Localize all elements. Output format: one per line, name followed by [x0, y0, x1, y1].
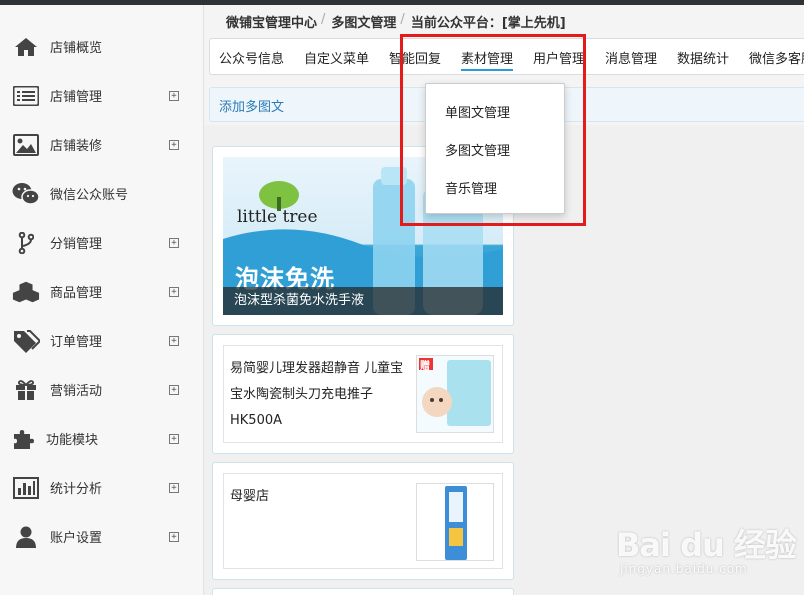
- breadcrumb: 微铺宝管理中心 / 多图文管理 / 当前公众平台：[掌上先机]: [226, 12, 566, 31]
- sidebar-item-label: 订单管理: [50, 335, 103, 350]
- sidebar-item-overview[interactable]: 店铺概览: [0, 22, 203, 71]
- user-icon: [12, 524, 40, 550]
- bar-chart-icon: [12, 475, 40, 501]
- cubes-icon: [12, 279, 40, 305]
- article-card[interactable]: 母婴店: [212, 462, 514, 580]
- expand-icon[interactable]: +: [169, 139, 179, 150]
- list-icon: [12, 83, 40, 109]
- watermark-logo: Bai du 经验: [616, 526, 797, 564]
- sidebar-item-analytics[interactable]: 统计分析 +: [0, 463, 203, 512]
- article-item: 母婴店: [223, 473, 503, 569]
- article-thumbnail: [416, 483, 494, 561]
- home-icon: [12, 34, 40, 60]
- breadcrumb-separator: /: [321, 12, 326, 27]
- tag-icon: [12, 328, 40, 354]
- sidebar-item-label: 功能模块: [46, 433, 99, 448]
- breadcrumb-platform: 当前公众平台：[掌上先机]: [410, 16, 566, 31]
- menu-item-multi-article[interactable]: 多图文管理: [445, 140, 510, 159]
- sidebar: 店铺概览 店铺管理 + 店铺装修 + 微信公众账号 分销管理 + 商品管理 +: [0, 5, 204, 595]
- article-title: 易简婴儿理发器超静音 儿童宝宝水陶瓷制头刀充电推子 HK500A: [230, 361, 404, 428]
- breadcrumb-separator: /: [400, 12, 405, 27]
- article-item: 易简婴儿理发器超静音 儿童宝宝水陶瓷制头刀充电推子 HK500A 赠: [223, 345, 503, 443]
- tab-account-info[interactable]: 公众号信息: [219, 48, 284, 67]
- sidebar-item-store[interactable]: 店铺管理 +: [0, 71, 203, 120]
- tab-user-management[interactable]: 用户管理: [533, 48, 585, 67]
- expand-icon[interactable]: +: [169, 286, 179, 297]
- sidebar-item-decoration[interactable]: 店铺装修 +: [0, 120, 203, 169]
- menu-item-music[interactable]: 音乐管理: [445, 178, 497, 197]
- cover-caption: 泡沫型杀菌免水洗手液: [223, 287, 503, 315]
- article-card[interactable]: [212, 588, 514, 595]
- tab-bar: 公众号信息 自定义菜单 智能回复 素材管理 用户管理 消息管理 数据统计 微信多…: [209, 38, 804, 75]
- expand-icon[interactable]: +: [169, 531, 179, 542]
- expand-icon[interactable]: +: [169, 384, 179, 395]
- expand-icon[interactable]: +: [169, 237, 179, 248]
- sidebar-item-account[interactable]: 账户设置 +: [0, 512, 203, 561]
- tab-material-management[interactable]: 素材管理: [461, 48, 514, 71]
- sidebar-item-label: 店铺管理: [50, 90, 103, 105]
- sidebar-item-label: 账户设置: [50, 531, 103, 546]
- sidebar-item-label: 微信公众账号: [50, 188, 129, 203]
- article-card[interactable]: 易简婴儿理发器超静音 儿童宝宝水陶瓷制头刀充电推子 HK500A 赠: [212, 334, 514, 454]
- expand-icon[interactable]: +: [169, 482, 179, 493]
- expand-icon[interactable]: +: [169, 433, 179, 444]
- sidebar-item-modules[interactable]: 功能模块 +: [0, 414, 203, 463]
- sidebar-item-label: 店铺装修: [50, 139, 103, 154]
- breadcrumb-home[interactable]: 微铺宝管理中心: [226, 12, 317, 31]
- gift-icon: [12, 377, 40, 403]
- image-icon: [12, 132, 40, 158]
- tab-message-management[interactable]: 消息管理: [605, 48, 657, 67]
- sidebar-item-label: 统计分析: [50, 482, 103, 497]
- watermark-url: jingyan.baidu.com: [620, 562, 748, 576]
- article-thumbnail: 赠: [416, 355, 494, 433]
- sidebar-item-label: 店铺概览: [50, 41, 103, 56]
- puzzle-icon: [10, 426, 38, 452]
- expand-icon[interactable]: +: [169, 90, 179, 101]
- sidebar-item-label: 商品管理: [50, 286, 103, 301]
- sidebar-item-label: 营销活动: [50, 384, 103, 399]
- cover-brand-text: little tree: [237, 207, 318, 227]
- sidebar-item-label: 分销管理: [50, 237, 103, 252]
- menu-item-single-article[interactable]: 单图文管理: [445, 102, 510, 121]
- add-multi-article-link[interactable]: 添加多图文: [219, 96, 284, 115]
- sidebar-item-products[interactable]: 商品管理 +: [0, 267, 203, 316]
- sidebar-item-marketing[interactable]: 营销活动 +: [0, 365, 203, 414]
- branch-icon: [12, 230, 40, 256]
- article-title: 母婴店: [230, 489, 270, 504]
- tab-statistics[interactable]: 数据统计: [677, 48, 729, 67]
- expand-icon[interactable]: +: [169, 335, 179, 346]
- sidebar-item-orders[interactable]: 订单管理 +: [0, 316, 203, 365]
- tab-smart-reply[interactable]: 智能回复: [389, 48, 441, 67]
- tab-custom-menu[interactable]: 自定义菜单: [304, 48, 369, 67]
- tab-customer-service[interactable]: 微信多客服: [749, 48, 804, 67]
- wechat-icon: [12, 181, 40, 207]
- sidebar-item-distribution[interactable]: 分销管理 +: [0, 218, 203, 267]
- material-dropdown-menu: 单图文管理 多图文管理 音乐管理: [425, 83, 565, 214]
- gift-badge: 赠: [420, 361, 430, 372]
- breadcrumb-current-page[interactable]: 多图文管理: [331, 12, 396, 31]
- sidebar-item-wechat[interactable]: 微信公众账号: [0, 169, 203, 218]
